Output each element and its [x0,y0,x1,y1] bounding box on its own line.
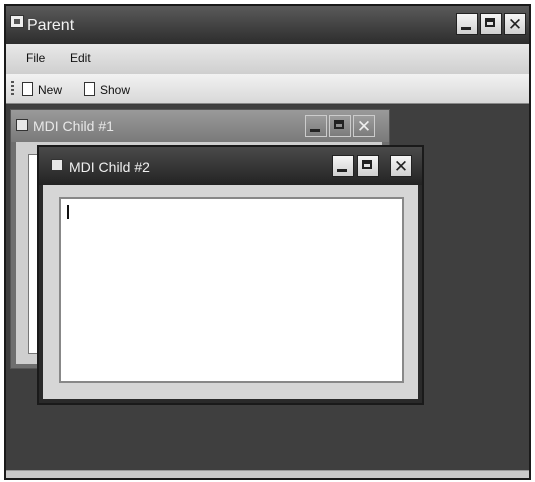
child-1-maximize-icon[interactable] [329,115,351,137]
parent-titlebar[interactable]: Parent ✕ [6,6,529,44]
mdi-child-2-body [43,185,418,399]
parent-minimize-icon[interactable] [456,13,478,35]
mdi-child-1-title: MDI Child #1 [33,118,114,134]
child-2-close-icon[interactable]: ✕ [390,155,412,177]
app-icon[interactable] [10,15,24,28]
parent-close-icon[interactable]: ✕ [504,13,526,35]
child-2-minimize-icon[interactable] [332,155,354,177]
parent-maximize-icon[interactable] [480,13,502,35]
mdi-child-2-title: MDI Child #2 [69,159,150,175]
new-document-icon[interactable] [22,82,33,96]
child-1-minimize-icon[interactable] [305,115,327,137]
child-1-app-icon[interactable] [16,119,28,131]
menu-file[interactable]: File [26,51,45,65]
child-2-text-area[interactable] [59,197,404,383]
toolbar-new-button[interactable]: New [38,83,62,97]
mdi-child-2-titlebar[interactable]: MDI Child #2 ✕ [39,147,422,185]
text-caret [67,205,69,219]
toolbar-grip[interactable] [11,81,14,97]
mdi-child-2-window[interactable]: MDI Child #2 ✕ [37,145,424,405]
parent-window-title: Parent [27,17,75,34]
menu-edit[interactable]: Edit [70,51,91,65]
child-1-close-icon[interactable]: ✕ [353,115,375,137]
toolbar-show-button[interactable]: Show [100,83,130,97]
child-2-maximize-icon[interactable] [357,155,379,177]
child-2-app-icon[interactable] [51,159,63,171]
show-window-icon[interactable] [84,82,95,96]
status-strip [6,470,529,478]
mdi-child-1-titlebar[interactable]: MDI Child #1 ✕ [11,110,389,142]
menu-bar: File Edit [6,44,529,74]
toolbar: New Show [6,74,529,104]
